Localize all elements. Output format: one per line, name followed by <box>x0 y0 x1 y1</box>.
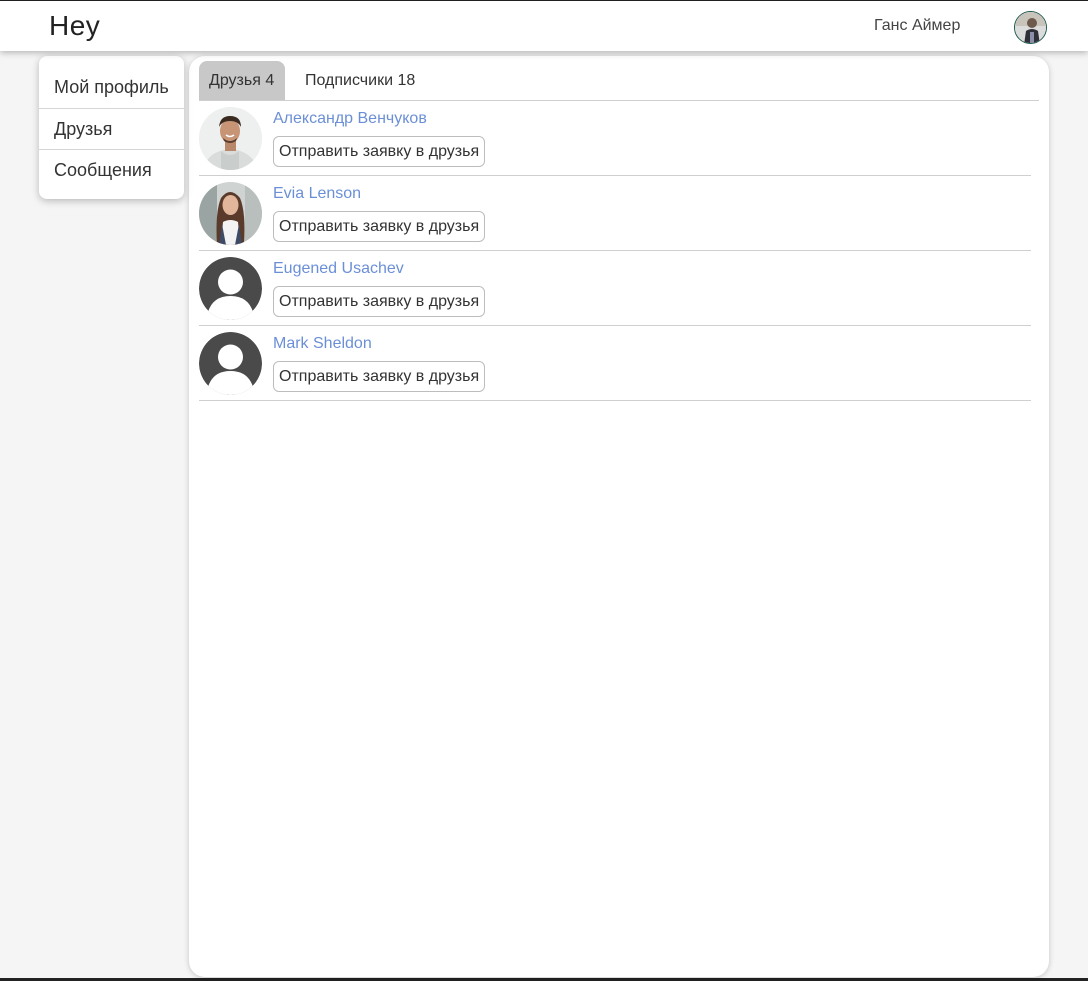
friend-avatar[interactable] <box>199 182 262 245</box>
friend-name[interactable]: Mark Sheldon <box>273 335 372 353</box>
friend-row: Mark Sheldon Отправить заявку в друзья <box>199 326 1031 401</box>
sidebar-item-friends[interactable]: Друзья <box>39 108 184 149</box>
add-friend-button[interactable]: Отправить заявку в друзья <box>273 136 486 167</box>
friend-avatar[interactable] <box>199 107 262 170</box>
sidebar-item-profile[interactable]: Мой профиль <box>39 67 184 108</box>
man-photo-icon <box>199 107 262 170</box>
add-friend-button[interactable]: Отправить заявку в друзья <box>273 211 486 242</box>
app-logo[interactable]: Hey <box>49 10 100 42</box>
user-photo-icon <box>1015 12 1046 43</box>
friends-tabs: Друзья 4 Подписчики 18 <box>199 61 1039 101</box>
top-header: Hey Ганс Аймер <box>0 1 1088 51</box>
sidebar-item-messages[interactable]: Сообщения <box>39 149 184 190</box>
tab-friends[interactable]: Друзья 4 <box>199 61 285 100</box>
friend-name[interactable]: Александр Венчуков <box>273 110 427 128</box>
tab-subscribers[interactable]: Подписчики 18 <box>295 61 425 100</box>
default-user-icon <box>199 332 262 395</box>
friend-avatar[interactable] <box>199 332 262 395</box>
friend-name[interactable]: Evia Lenson <box>273 185 361 203</box>
woman-photo-icon <box>199 182 262 245</box>
current-user-avatar[interactable] <box>1014 11 1047 44</box>
friend-list: Александр Венчуков Отправить заявку в др… <box>199 101 1031 401</box>
friend-row: Eugened Usachev Отправить заявку в друзь… <box>199 251 1031 326</box>
current-user-name[interactable]: Ганс Аймер <box>874 17 960 35</box>
friends-panel: Друзья 4 Подписчики 18 Александр Венчуко… <box>189 56 1049 977</box>
friend-avatar[interactable] <box>199 257 262 320</box>
sidebar-menu: Мой профиль Друзья Сообщения <box>39 56 184 199</box>
add-friend-button[interactable]: Отправить заявку в друзья <box>273 286 486 317</box>
friend-name[interactable]: Eugened Usachev <box>273 260 404 278</box>
friend-row: Александр Венчуков Отправить заявку в др… <box>199 101 1031 176</box>
add-friend-button[interactable]: Отправить заявку в друзья <box>273 361 486 392</box>
default-user-icon <box>199 257 262 320</box>
friend-row: Evia Lenson Отправить заявку в друзья <box>199 176 1031 251</box>
